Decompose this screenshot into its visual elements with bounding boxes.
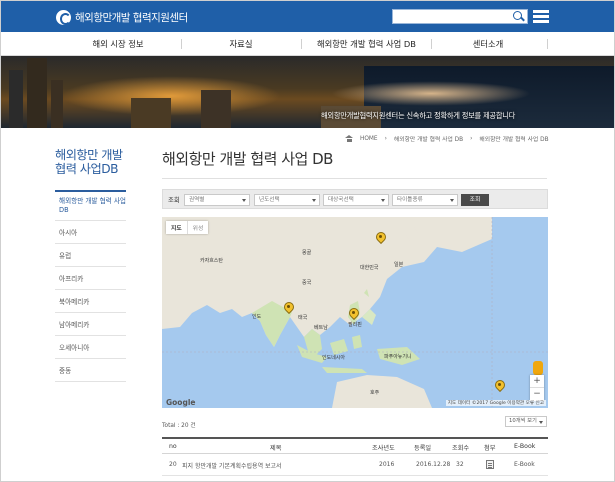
map-label-indonesia: 인도네시아 (322, 355, 346, 361)
breadcrumb-separator: › (470, 135, 473, 142)
nav-divider (547, 39, 548, 49)
logo-text: 해외항만개발 협력지원센터 (75, 11, 188, 24)
banner-building (9, 70, 23, 128)
row-views: 32 (456, 461, 464, 468)
map-tab-map[interactable]: 지도 (166, 221, 187, 234)
banner-building (201, 90, 231, 128)
nav-item-archive[interactable]: 자료실 (186, 32, 296, 56)
map-label-china: 중국 (302, 280, 312, 286)
breadcrumb-item[interactable]: 해외항만 개발 협력 사업 DB (394, 134, 463, 143)
row-ebook-link[interactable]: E-Book (514, 461, 535, 468)
map-label-korea: 대한민국 (360, 265, 379, 271)
map-label-mongolia: 몽골 (302, 250, 312, 256)
banner-city-lights (61, 76, 281, 116)
map-label-philippines: 필리핀 (348, 322, 362, 328)
map-label-japan: 일본 (394, 262, 404, 268)
search-button[interactable]: 조회 (461, 194, 489, 206)
breadcrumb-separator: › (384, 135, 387, 142)
map-pin[interactable] (349, 308, 357, 318)
map-label-vietnam: 베트남 (314, 325, 328, 331)
map-pin[interactable] (376, 232, 384, 242)
google-logo: Google (166, 398, 196, 407)
sidebar-item-middle-east[interactable]: 중동 (55, 359, 126, 382)
nav-divider (301, 39, 302, 49)
search-icon[interactable] (512, 11, 525, 23)
street-view-pegman-icon[interactable] (533, 361, 543, 375)
row-no: 20 (169, 461, 177, 468)
main-nav: 해외 시장 정보 자료실 해외항만 개발 협력 사업 DB 센터소개 (1, 32, 614, 56)
column-header-title: 제목 (270, 445, 282, 452)
zoom-out-button[interactable]: − (530, 387, 544, 400)
column-header-views: 조회수 (452, 445, 470, 452)
attachment-icon[interactable] (486, 460, 494, 469)
project-map[interactable]: 지도 위성 카자흐스탄 몽골 중국 대한민국 일본 인도 태국 베트남 필리핀 … (162, 217, 548, 408)
search-input[interactable] (392, 9, 528, 24)
zoom-in-button[interactable]: + (530, 375, 544, 387)
map-attribution: 지도 데이터 ©2017 Google 이용약관 오류 신고 (445, 400, 546, 406)
banner-building (51, 80, 63, 128)
filter-bar: 조회 권역별 년도선택 대상국선택 타이틀종류 조회 (162, 189, 548, 209)
sidebar-item-africa[interactable]: 아프리카 (55, 267, 126, 290)
row-title-link[interactable]: 피지 항만개발 기본계획수립용역 보고서 (182, 461, 282, 470)
top-header: 해외항만개발 협력지원센터 (1, 1, 614, 32)
site-logo[interactable]: 해외항만개발 협력지원센터 (56, 9, 188, 25)
home-icon (345, 135, 353, 142)
map-label-kazakhstan: 카자흐스탄 (200, 258, 224, 264)
logo-icon (56, 9, 71, 25)
total-count: Total : 20 건 (162, 423, 196, 429)
hero-banner: 해외항만개발협력지원센터는 신속하고 정확하게 정보를 제공합니다 (1, 56, 614, 128)
country-select[interactable]: 대상국선택 (323, 194, 389, 206)
map-label-india: 인도 (252, 314, 262, 320)
breadcrumb-home[interactable]: HOME (360, 136, 378, 142)
breadcrumb-item[interactable]: 해외항만 개발 협력 사업 DB (479, 134, 548, 143)
banner-port-lights (331, 81, 531, 106)
map-label-thailand: 태국 (298, 315, 308, 321)
nav-item-project-db[interactable]: 해외항만 개발 협력 사업 DB (304, 32, 429, 56)
sidebar-item-north-america[interactable]: 북아메리카 (55, 290, 126, 313)
region-select[interactable]: 권역별 (184, 194, 250, 206)
sidebar-item-oceania[interactable]: 오세아니아 (55, 336, 126, 359)
sidebar-menu: 해외항만 개발 협력 사업 DB 아시아 유럽 아프리카 북아메리카 남아메리카… (55, 190, 126, 382)
banner-building (27, 58, 47, 128)
nav-item-market-info[interactable]: 해외 시장 정보 (63, 32, 173, 56)
table-header: no 제목 조사년도 등록일 조회수 첨부 E-Book (162, 437, 548, 454)
nav-divider (431, 39, 432, 49)
row-date: 2016.12.28 (416, 461, 451, 468)
map-tab-satellite[interactable]: 위성 (186, 221, 209, 234)
map-type-tabs: 지도 위성 (166, 221, 209, 234)
nav-divider (181, 39, 182, 49)
map-label-png: 파푸아뉴기니 (384, 354, 412, 360)
sidebar-item-project-db[interactable]: 해외항만 개발 협력 사업 DB (55, 192, 126, 221)
column-header-attachment: 첨부 (484, 445, 496, 452)
title-divider (162, 178, 547, 179)
menu-icon[interactable] (533, 10, 549, 23)
year-select[interactable]: 년도선택 (254, 194, 320, 206)
filter-label: 조회 (168, 196, 180, 204)
column-header-no: no (169, 443, 177, 450)
banner-caption: 해외항만개발협력지원센터는 신속하고 정확하게 정보를 제공합니다 (321, 111, 516, 120)
sidebar-item-asia[interactable]: 아시아 (55, 221, 126, 244)
map-zoom-control: + − (530, 375, 544, 401)
sidebar-item-europe[interactable]: 유럽 (55, 244, 126, 267)
table-row: 20 피지 항만개발 기본계획수립용역 보고서 2016 2016.12.28 … (162, 454, 548, 476)
column-header-ebook: E-Book (514, 443, 536, 450)
page-title: 해외항만 개발 협력 사업 DB (162, 150, 333, 168)
column-header-date: 등록일 (414, 445, 432, 452)
nav-item-about[interactable]: 센터소개 (433, 32, 543, 56)
title-type-select[interactable]: 타이틀종류 (392, 194, 458, 206)
map-label-australia: 호주 (370, 390, 380, 396)
sidebar-title: 해외항만 개발 협력 사업DB (55, 148, 123, 176)
column-header-year: 조사년도 (372, 445, 395, 452)
per-page-select[interactable]: 10개씩 보기 (505, 416, 547, 427)
sidebar-item-south-america[interactable]: 남아메리카 (55, 313, 126, 336)
map-pin[interactable] (284, 302, 292, 312)
row-year: 2016 (379, 461, 395, 468)
banner-building (131, 98, 171, 128)
breadcrumb: HOME › 해외항만 개발 협력 사업 DB › 해외항만 개발 협력 사업 … (345, 134, 549, 143)
map-pin[interactable] (495, 380, 503, 390)
